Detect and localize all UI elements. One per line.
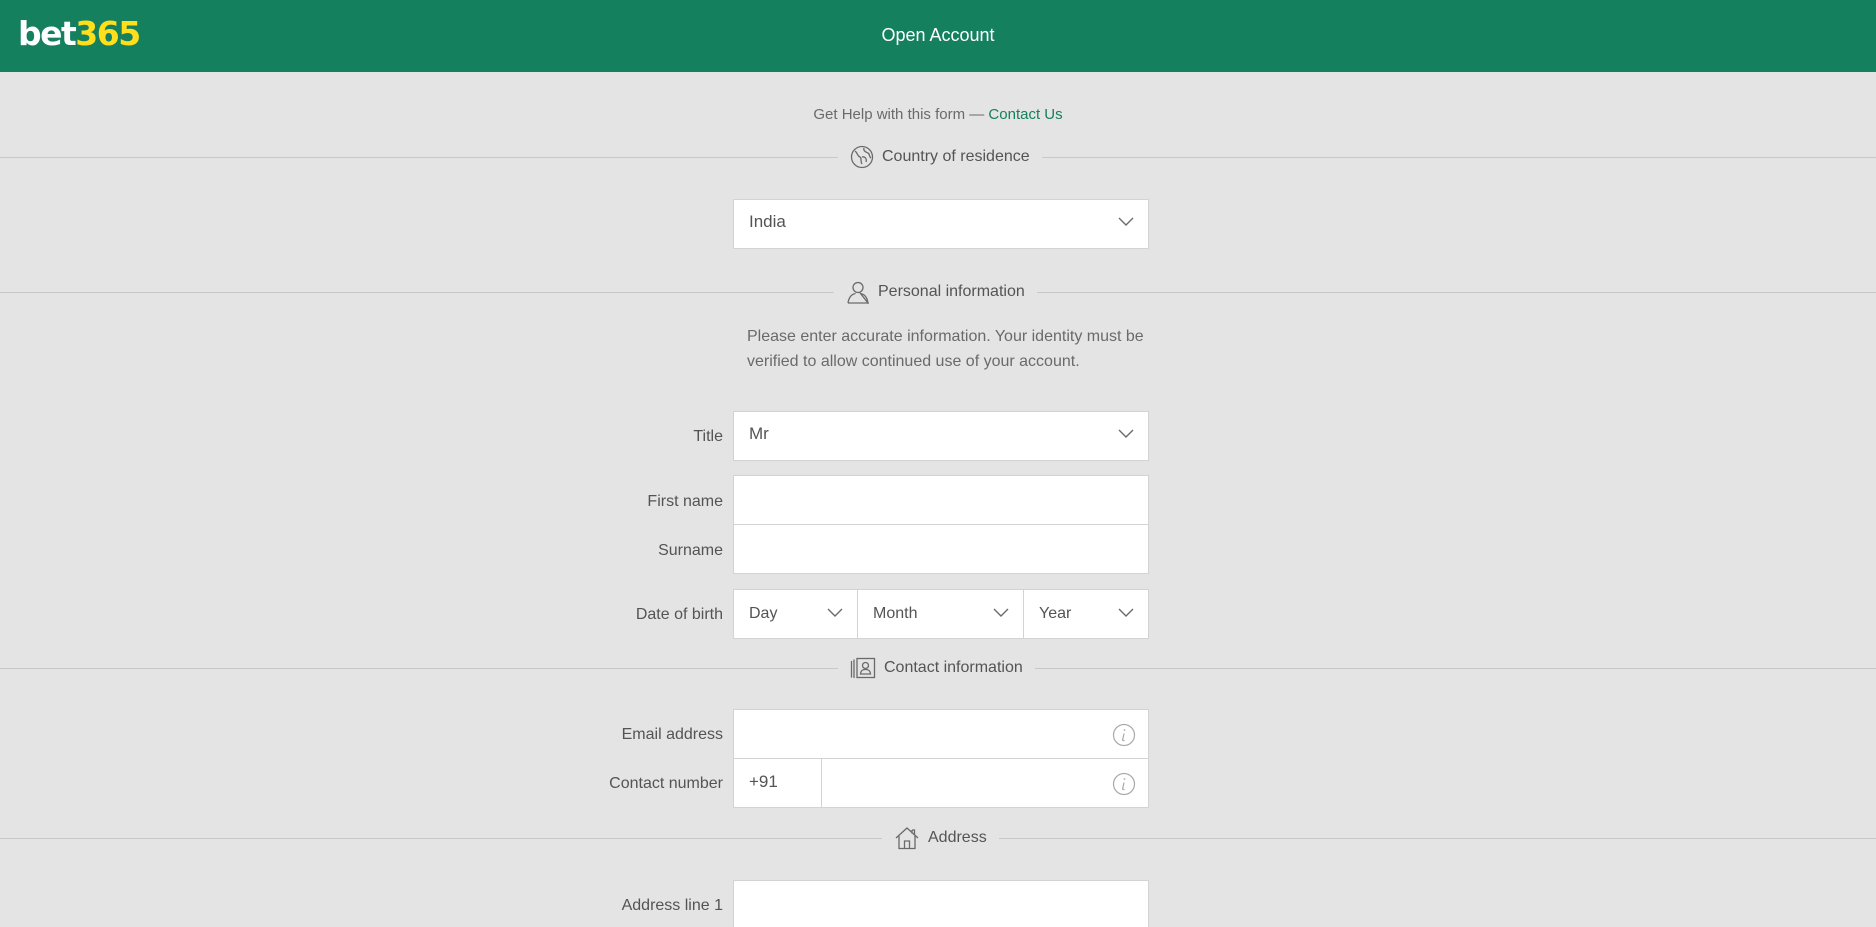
email-field[interactable]	[733, 709, 1149, 759]
help-line: Get Help with this form — Contact Us	[0, 106, 1876, 124]
surname-label: Surname	[658, 542, 723, 559]
top-bar: bet365 Open Account	[0, 0, 1876, 72]
info-icon[interactable]	[1112, 723, 1136, 747]
first-name-label: First name	[647, 493, 723, 510]
dob-day-select[interactable]: Day	[733, 589, 858, 639]
contact-us-link[interactable]: Contact Us	[988, 106, 1062, 123]
globe-icon	[850, 145, 874, 169]
section-header-country: Country of residence	[838, 144, 1042, 170]
surname-field[interactable]	[733, 524, 1149, 574]
dob-month-select[interactable]: Month	[857, 589, 1024, 639]
dob-year-select[interactable]: Year	[1023, 589, 1149, 639]
chevron-down-icon	[1118, 217, 1134, 226]
title-label: Title	[693, 428, 723, 445]
dob-label: Date of birth	[635, 606, 723, 623]
contact-number-label: Contact number	[609, 775, 723, 792]
chevron-down-icon	[993, 608, 1009, 617]
email-label: Email address	[621, 726, 723, 743]
title-select[interactable]: Mr	[733, 411, 1149, 461]
address-line1-field[interactable]	[733, 880, 1149, 927]
identity-note: Please enter accurate information. Your …	[747, 328, 1144, 370]
contact-number-field[interactable]: +91	[733, 758, 1149, 808]
section-header-address: Address	[882, 825, 999, 851]
house-icon	[895, 827, 919, 850]
info-icon[interactable]	[1112, 772, 1136, 796]
section-header-personal: Personal information	[834, 279, 1037, 305]
chevron-down-icon	[1118, 429, 1134, 438]
contact-card-icon	[850, 657, 876, 679]
person-icon	[847, 281, 869, 304]
address-line1-label: Address line 1	[621, 897, 723, 914]
chevron-down-icon	[1118, 608, 1134, 617]
phone-prefix[interactable]: +91	[734, 759, 822, 807]
chevron-down-icon	[827, 608, 843, 617]
help-text: Get Help with this form —	[813, 106, 989, 123]
page-title: Open Account	[881, 25, 995, 45]
country-select[interactable]: India	[733, 199, 1149, 249]
first-name-field[interactable]	[733, 475, 1149, 525]
section-header-contact: Contact information	[838, 655, 1035, 681]
